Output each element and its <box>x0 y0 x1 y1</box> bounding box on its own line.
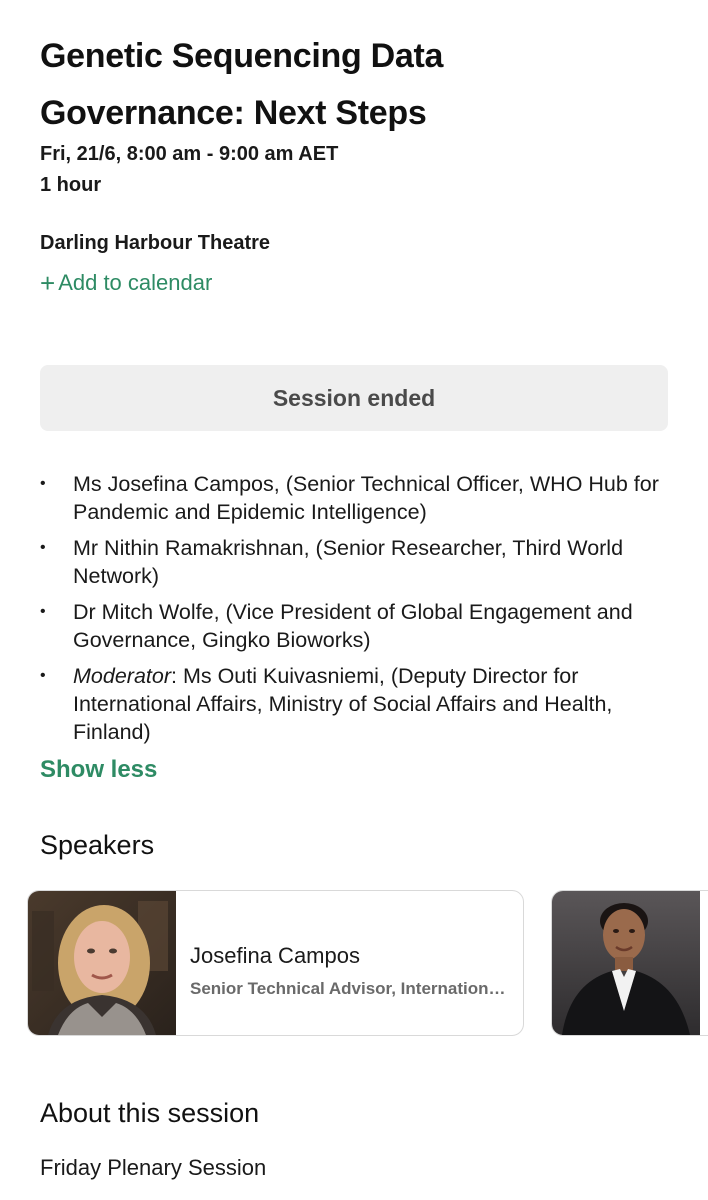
moderator-label: Moderator <box>73 664 171 688</box>
session-description-list: • Ms Josefina Campos, (Senior Technical … <box>40 470 670 754</box>
bullet: • <box>40 667 46 684</box>
speaker-info: Josefina Campos Senior Technical Advisor… <box>190 943 510 999</box>
about-heading: About this session <box>40 1098 260 1128</box>
speaker-role: Senior Technical Advisor, International … <box>190 979 510 998</box>
speaker-photo <box>552 891 700 1035</box>
list-item: • Ms Josefina Campos, (Senior Technical … <box>40 470 670 526</box>
speaker-photo-graphic <box>28 891 176 1035</box>
session-status-label: Session ended <box>272 384 436 411</box>
event-title: Genetic Sequencing Data Governance: Next… <box>40 28 680 142</box>
speaker-name: Josefina Campos <box>190 943 360 968</box>
add-to-calendar-link[interactable]: + Add to calendar <box>40 270 212 296</box>
bullet: • <box>40 539 46 556</box>
list-item: • Moderator: Ms Outi Kuivasniemi, (Deput… <box>40 662 670 746</box>
event-title-line-2: Governance: Next Steps <box>40 94 427 132</box>
speaker-card[interactable] <box>551 890 708 1036</box>
list-item: • Dr Mitch Wolfe, (Vice President of Glo… <box>40 598 670 654</box>
event-location: Darling Harbour Theatre <box>40 232 271 254</box>
speaker-photo <box>28 891 176 1035</box>
list-item: • Mr Nithin Ramakrishnan, (Senior Resear… <box>40 534 670 590</box>
speaker-photo-graphic <box>552 891 700 1035</box>
plus-icon: + <box>40 268 56 298</box>
speakers-heading: Speakers <box>40 830 155 860</box>
event-title-line-1: Genetic Sequencing Data <box>40 37 444 75</box>
bullet: • <box>40 475 46 492</box>
event-detail-page: Genetic Sequencing Data Governance: Next… <box>0 0 708 1200</box>
event-duration: 1 hour <box>40 174 102 196</box>
session-status-button[interactable]: Session ended <box>40 365 668 431</box>
list-item-text: Ms Josefina Campos, (Senior Technical Of… <box>73 472 659 524</box>
list-item-text: Dr Mitch Wolfe, (Vice President of Globa… <box>73 600 633 652</box>
speaker-card[interactable]: Josefina Campos Senior Technical Advisor… <box>27 890 524 1036</box>
about-text: Friday Plenary Session <box>40 1155 267 1180</box>
bullet: • <box>40 603 46 620</box>
add-to-calendar-label: Add to calendar <box>58 270 213 295</box>
list-item-text: Mr Nithin Ramakrishnan, (Senior Research… <box>73 536 624 588</box>
show-less-button[interactable]: Show less <box>40 756 157 784</box>
event-datetime: Fri, 21/6, 8:00 am - 9:00 am AET <box>40 143 339 165</box>
